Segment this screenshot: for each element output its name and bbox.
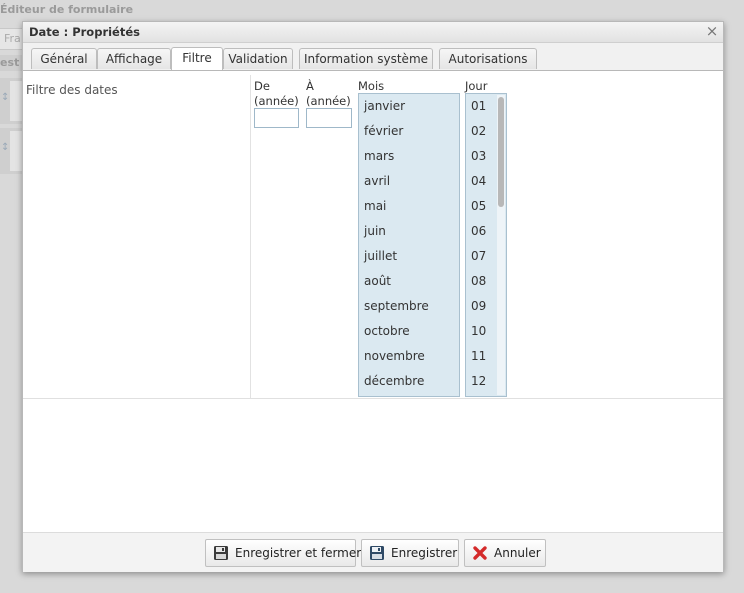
floppy-disk-icon xyxy=(214,546,228,560)
months-listbox[interactable]: janvier février mars avril mai juin juil… xyxy=(358,93,460,397)
month-option[interactable]: juillet xyxy=(359,244,459,269)
tab-autorisations[interactable]: Autorisations xyxy=(439,48,537,69)
floppy-disk-icon xyxy=(370,546,384,560)
from-year-label: De (année) xyxy=(254,79,299,109)
background-tab: Fra xyxy=(0,28,23,50)
month-option[interactable]: novembre xyxy=(359,344,459,369)
cancel-label: Annuler xyxy=(494,546,541,560)
to-label-line2: (année) xyxy=(306,94,351,108)
background-field-block: ↕ xyxy=(0,78,22,124)
background-row-header: est xyxy=(0,55,22,71)
dialog-title: Date : Propriétés xyxy=(29,25,140,39)
save-label: Enregistrer xyxy=(391,546,458,560)
dialog-footer: Enregistrer et fermer Enregistrer Annule… xyxy=(23,532,723,572)
date-filter-label: Filtre des dates xyxy=(26,83,118,97)
month-option[interactable]: octobre xyxy=(359,319,459,344)
days-scrollbar[interactable] xyxy=(497,95,505,395)
save-and-close-label: Enregistrer et fermer xyxy=(235,546,362,560)
tab-bar: Général Affichage Filtre Validation Info… xyxy=(23,43,723,71)
background-field-block: ↕ xyxy=(0,128,22,174)
month-option[interactable]: juin xyxy=(359,219,459,244)
field-label-column: Filtre des dates xyxy=(23,75,251,398)
tab-affichage[interactable]: Affichage xyxy=(97,48,171,69)
red-x-icon xyxy=(473,546,487,560)
drag-handle-icon: ↕ xyxy=(1,92,10,103)
tab-filtre[interactable]: Filtre xyxy=(171,47,223,70)
properties-dialog: Date : Propriétés × Général Affichage Fi… xyxy=(22,21,724,572)
to-year-label: À (année) xyxy=(306,79,351,109)
content-divider xyxy=(23,398,723,399)
month-option[interactable]: février xyxy=(359,119,459,144)
background-app-title: Éditeur de formulaire xyxy=(0,3,134,16)
background-row-label: est xyxy=(0,56,20,69)
days-listbox[interactable]: 01 02 03 04 05 06 07 08 09 10 11 12 xyxy=(465,93,507,397)
month-option[interactable]: janvier xyxy=(359,94,459,119)
dialog-header[interactable]: Date : Propriétés × xyxy=(23,22,723,43)
tab-information-systeme[interactable]: Information système xyxy=(299,48,433,69)
close-icon[interactable]: × xyxy=(705,23,719,39)
month-option[interactable]: septembre xyxy=(359,294,459,319)
month-option[interactable]: décembre xyxy=(359,369,459,394)
from-label-line1: De xyxy=(254,79,270,93)
tab-general[interactable]: Général xyxy=(31,48,97,69)
month-option[interactable]: mars xyxy=(359,144,459,169)
drag-handle-icon: ↕ xyxy=(1,142,10,153)
to-year-input[interactable] xyxy=(306,108,352,128)
months-label: Mois xyxy=(358,79,385,93)
background-tab-label: Fra xyxy=(4,32,21,45)
save-and-close-button[interactable]: Enregistrer et fermer xyxy=(205,539,361,567)
tab-validation[interactable]: Validation xyxy=(223,48,293,69)
month-option[interactable]: mai xyxy=(359,194,459,219)
days-label: Jour xyxy=(465,79,488,93)
month-option[interactable]: avril xyxy=(359,169,459,194)
cancel-button[interactable]: Annuler xyxy=(464,539,546,567)
to-label-line1: À xyxy=(306,79,314,93)
month-option[interactable]: août xyxy=(359,269,459,294)
save-button[interactable]: Enregistrer xyxy=(361,539,459,567)
from-label-line2: (année) xyxy=(254,94,299,108)
from-year-input[interactable] xyxy=(254,108,299,128)
days-scrollbar-thumb[interactable] xyxy=(498,97,504,207)
